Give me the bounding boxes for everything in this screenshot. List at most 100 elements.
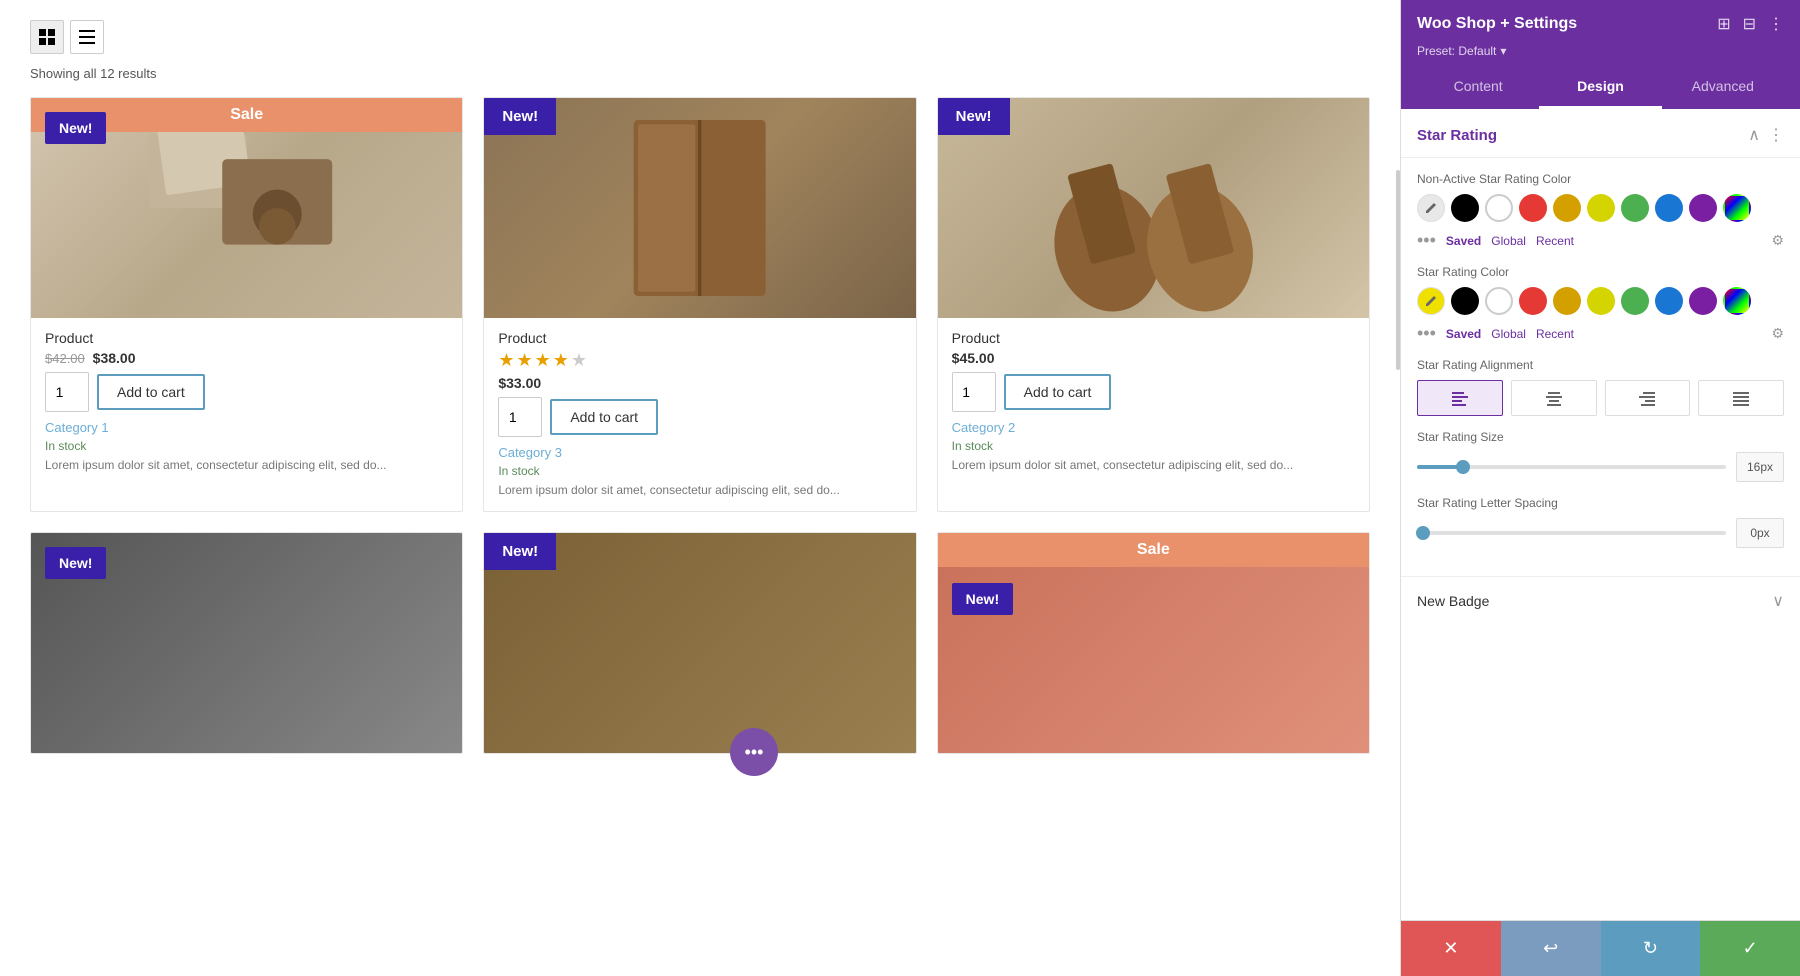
color-white[interactable] xyxy=(1485,194,1513,222)
size-value[interactable]: 16px xyxy=(1736,452,1784,482)
product-card: Sale New! xyxy=(937,532,1370,754)
letter-spacing-slider-thumb[interactable] xyxy=(1416,526,1430,540)
tab-content[interactable]: Content xyxy=(1417,66,1539,109)
align-right-button[interactable] xyxy=(1605,380,1691,416)
color-yellow[interactable] xyxy=(1587,194,1615,222)
chevron-down-icon: ∨ xyxy=(1772,591,1784,611)
list-view-button[interactable] xyxy=(70,20,104,54)
star-rating: ★ ★ ★ ★ ★ xyxy=(498,350,901,371)
size-slider[interactable] xyxy=(1417,465,1726,469)
price: $45.00 xyxy=(952,350,995,366)
undo-icon: ↩ xyxy=(1543,938,1558,959)
color-settings-icon[interactable]: ⚙ xyxy=(1771,232,1784,249)
color-settings-icon[interactable]: ⚙ xyxy=(1771,325,1784,342)
grid-view-button[interactable] xyxy=(30,20,64,54)
align-center-button[interactable] xyxy=(1511,380,1597,416)
panel-icon-focus[interactable]: ⊞ xyxy=(1717,14,1730,34)
save-button[interactable]: ✓ xyxy=(1700,921,1800,976)
product-image: Sale New! xyxy=(938,533,1369,753)
letter-spacing-slider-row: 0px xyxy=(1417,518,1784,548)
new-badge-header[interactable]: New Badge ∨ xyxy=(1401,577,1800,625)
color-blue[interactable] xyxy=(1655,194,1683,222)
product-name: Product xyxy=(498,330,901,346)
add-to-cart-button[interactable]: Add to cart xyxy=(97,374,205,410)
size-slider-row: 16px xyxy=(1417,452,1784,482)
results-count: Showing all 12 results xyxy=(30,66,1370,81)
color-picker-active-button[interactable] xyxy=(1417,287,1445,315)
align-left-button[interactable] xyxy=(1417,380,1503,416)
redo-button[interactable]: ↻ xyxy=(1601,921,1701,976)
alignment-label: Star Rating Alignment xyxy=(1417,358,1784,372)
add-to-cart-button[interactable]: Add to cart xyxy=(550,399,658,435)
product-grid: Sale New! Product $42.00 $38.00 Add to c… xyxy=(30,97,1370,512)
quantity-input[interactable] xyxy=(498,397,542,437)
product-image: New! xyxy=(484,533,915,753)
product-image: New! xyxy=(938,98,1369,318)
new-badge: New! xyxy=(45,112,106,144)
color-green[interactable] xyxy=(1621,194,1649,222)
color-picker-button[interactable] xyxy=(1417,194,1445,222)
product-image: New! xyxy=(31,533,462,753)
star-color-meta: ••• Saved Global Recent ⚙ xyxy=(1417,323,1784,344)
product-name: Product xyxy=(45,330,448,346)
quantity-input[interactable] xyxy=(45,372,89,412)
color-black[interactable] xyxy=(1451,287,1479,315)
panel-bottom-actions: ✕ ↩ ↻ ✓ xyxy=(1401,920,1800,976)
panel-icons: ⊞ ⊟ ⋮ xyxy=(1717,14,1784,34)
color-green[interactable] xyxy=(1621,287,1649,315)
letter-spacing-value[interactable]: 0px xyxy=(1736,518,1784,548)
color-tab-global[interactable]: Global xyxy=(1491,234,1526,248)
color-blue[interactable] xyxy=(1655,287,1683,315)
tab-advanced[interactable]: Advanced xyxy=(1662,66,1784,109)
category-link[interactable]: Category 2 xyxy=(952,420,1355,435)
color-tab-saved[interactable]: Saved xyxy=(1446,327,1481,341)
color-black[interactable] xyxy=(1451,194,1479,222)
color-tab-recent[interactable]: Recent xyxy=(1536,234,1574,248)
color-purple[interactable] xyxy=(1689,194,1717,222)
color-tab-recent[interactable]: Recent xyxy=(1536,327,1574,341)
sale-price: $38.00 xyxy=(93,350,136,366)
panel-title: Woo Shop + Settings xyxy=(1417,15,1577,33)
color-gradient[interactable] xyxy=(1723,194,1751,222)
panel-preset[interactable]: Preset: Default ▾ xyxy=(1417,44,1784,58)
star-1: ★ xyxy=(498,350,514,371)
section-more-button[interactable]: ⋮ xyxy=(1768,125,1784,145)
size-slider-thumb[interactable] xyxy=(1456,460,1470,474)
align-justify-button[interactable] xyxy=(1698,380,1784,416)
undo-button[interactable]: ↩ xyxy=(1501,921,1601,976)
panel-icon-layout[interactable]: ⊟ xyxy=(1743,14,1756,34)
stock-status: In stock xyxy=(952,439,1355,453)
new-badge-section: New Badge ∨ xyxy=(1401,576,1800,625)
letter-spacing-slider[interactable] xyxy=(1417,531,1726,535)
color-options-dots[interactable]: ••• xyxy=(1417,323,1436,344)
color-tabs: Saved Global Recent xyxy=(1446,234,1574,248)
color-purple[interactable] xyxy=(1689,287,1717,315)
category-link[interactable]: Category 3 xyxy=(498,445,901,460)
color-gold[interactable] xyxy=(1553,194,1581,222)
category-link[interactable]: Category 1 xyxy=(45,420,448,435)
color-gradient[interactable] xyxy=(1723,287,1751,315)
section-collapse-button[interactable]: ∧ xyxy=(1748,125,1760,145)
tab-design[interactable]: Design xyxy=(1539,66,1661,109)
color-red[interactable] xyxy=(1519,194,1547,222)
panel-body: Star Rating ∧ ⋮ Non-Active Star Rating C… xyxy=(1401,109,1800,920)
color-tab-saved[interactable]: Saved xyxy=(1446,234,1481,248)
color-yellow[interactable] xyxy=(1587,287,1615,315)
color-gold[interactable] xyxy=(1553,287,1581,315)
color-tab-global[interactable]: Global xyxy=(1491,327,1526,341)
sale-badge: Sale xyxy=(938,533,1369,567)
quantity-input[interactable] xyxy=(952,372,996,412)
price: $33.00 xyxy=(498,375,541,391)
product-description: Lorem ipsum dolor sit amet, consectetur … xyxy=(498,482,901,499)
panel-icon-more[interactable]: ⋮ xyxy=(1768,14,1784,34)
color-white[interactable] xyxy=(1485,287,1513,315)
star-color-label: Star Rating Color xyxy=(1417,265,1784,279)
color-red[interactable] xyxy=(1519,287,1547,315)
add-to-cart-button[interactable]: Add to cart xyxy=(1004,374,1112,410)
cancel-button[interactable]: ✕ xyxy=(1401,921,1501,976)
alignment-options xyxy=(1417,380,1784,416)
redo-icon: ↻ xyxy=(1643,938,1658,959)
floating-menu-button[interactable]: ••• xyxy=(730,728,778,776)
color-options-dots[interactable]: ••• xyxy=(1417,230,1436,251)
letter-spacing-label: Star Rating Letter Spacing xyxy=(1417,496,1784,510)
